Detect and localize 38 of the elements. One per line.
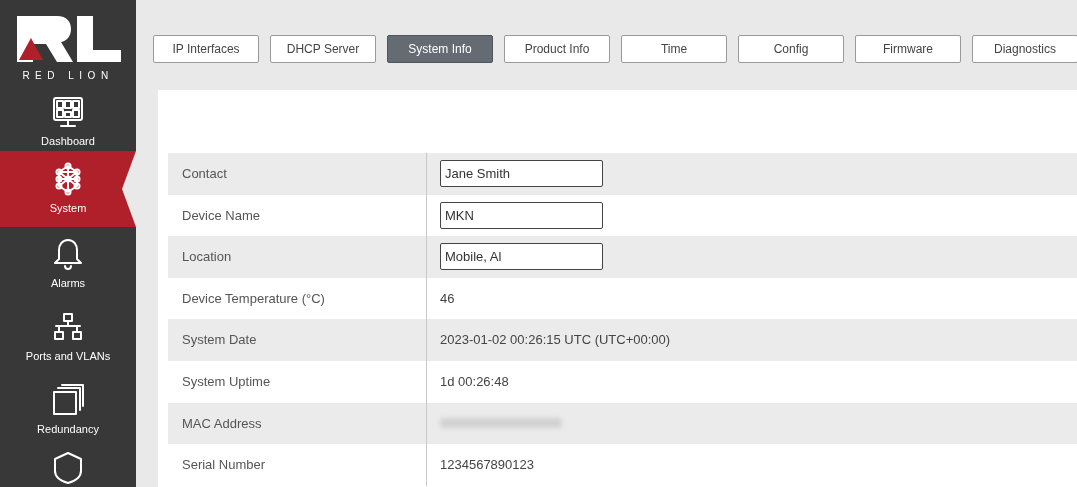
text-input[interactable]: Jane Smith <box>440 160 603 188</box>
stacked-squares-icon <box>51 383 85 418</box>
sidebar-item[interactable]: Redundancy <box>0 374 136 447</box>
field-value: 1234567890123 <box>440 456 534 475</box>
field-label: Contact <box>182 165 227 184</box>
field-label: Serial Number <box>182 456 266 475</box>
sidebar-label: Alarms <box>50 275 86 291</box>
text-input[interactable]: MKN <box>440 201 603 229</box>
field-label: MAC Address <box>182 414 262 433</box>
sidebar-item[interactable]: Alarms <box>0 227 136 301</box>
field-label: Device Temperature (°C) <box>182 289 325 308</box>
field-label: Location <box>182 248 232 267</box>
tab[interactable]: Firmware <box>855 35 961 63</box>
tab[interactable]: Diagnostics <box>972 35 1077 63</box>
bell-icon <box>51 236 85 271</box>
sidebar-label: Ports and VLANs <box>25 349 111 365</box>
tab[interactable]: IP Interfaces <box>153 35 259 63</box>
field-value: 1d 00:26:48 <box>440 373 509 391</box>
tab[interactable]: System Info <box>387 35 493 63</box>
sidebar-label: System <box>49 200 87 216</box>
sidebar-item[interactable]: Ports and VLANs <box>0 301 136 374</box>
shield-icon <box>51 450 85 484</box>
field-value: 46 <box>440 289 455 308</box>
text-input[interactable]: Mobile, Al <box>440 243 603 271</box>
field-label: Device Name <box>182 206 261 225</box>
sidebar-label: Redundancy <box>37 422 99 438</box>
field-label: System Date <box>182 331 257 350</box>
dashboard-monitor-icon <box>51 95 85 130</box>
tab[interactable]: Time <box>621 35 727 63</box>
logo-wordmark: RED LION <box>22 68 114 83</box>
sidebar-item[interactable]: System <box>0 151 136 227</box>
sidebar-label: Dashboard <box>41 134 95 150</box>
field-label: System Uptime <box>182 373 271 391</box>
tab[interactable]: Config <box>738 35 844 63</box>
tab[interactable]: DHCP Server <box>270 35 376 63</box>
tab[interactable]: Product Info <box>504 35 610 63</box>
sidebar-item[interactable]: Dashboard <box>0 94 136 151</box>
field-value: 2023-01-02 00:26:15 UTC (UTC+00:00) <box>440 331 671 350</box>
